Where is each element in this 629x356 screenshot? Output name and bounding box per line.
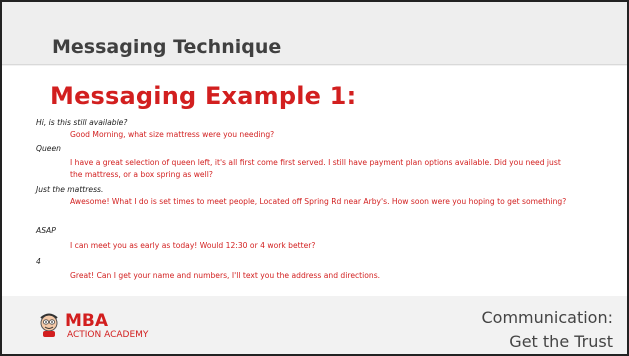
customer-message: ASAP (36, 226, 56, 235)
slide-title: Messaging Technique (52, 36, 282, 58)
cartoon-mascot-icon (40, 313, 58, 337)
slide: Messaging Technique Messaging Example 1:… (0, 0, 629, 356)
seller-reply: Good Morning, what size mattress were yo… (70, 130, 275, 139)
logo-text: MBA (65, 311, 109, 331)
seller-reply: I can meet you as early as today! Would … (70, 241, 316, 250)
mba-logo: MBA ACTION ACADEMY (36, 311, 196, 340)
example-heading: Messaging Example 1: (50, 82, 357, 110)
slide-content: Messaging Example 1: Hi, is this still a… (2, 66, 627, 296)
caption-line-1: Communication: (481, 308, 614, 327)
slide-footer: MBA ACTION ACADEMY Communication: Get th… (2, 296, 627, 354)
slide-header: Messaging Technique (2, 2, 627, 65)
seller-reply: Awesome! What I do is set times to meet … (70, 197, 567, 206)
customer-message: Just the mattress. (36, 185, 104, 194)
logo-subtext: ACTION ACADEMY (67, 330, 149, 340)
customer-message: 4 (36, 257, 41, 266)
customer-message: Queen (36, 144, 61, 153)
customer-message: Hi, is this still available? (36, 118, 128, 127)
section-caption: Communication: Get the Trust (482, 306, 614, 354)
caption-line-2: Get the Trust (509, 332, 613, 351)
seller-reply: I have a great selection of queen left, … (70, 158, 561, 179)
seller-reply: Great! Can I get your name and numbers, … (70, 271, 381, 280)
